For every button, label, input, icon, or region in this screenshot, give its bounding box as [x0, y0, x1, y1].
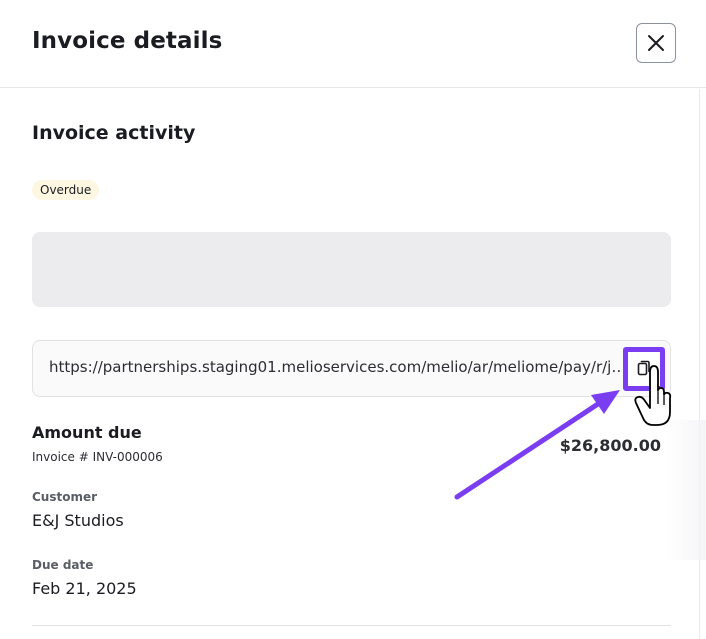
activity-placeholder: [32, 232, 671, 307]
payment-link-field[interactable]: https://partnerships.staging01.melioserv…: [32, 340, 671, 397]
section-divider: [32, 625, 671, 626]
due-date-value: Feb 21, 2025: [32, 579, 137, 598]
close-icon: [648, 35, 664, 51]
customer-label: Customer: [32, 490, 98, 504]
amount-due-value: $26,800.00: [559, 436, 661, 455]
amount-due-label: Amount due: [32, 423, 142, 442]
payment-link-url[interactable]: https://partnerships.staging01.melioserv…: [49, 358, 627, 376]
invoice-activity-heading: Invoice activity: [32, 122, 196, 144]
due-date-label: Due date: [32, 558, 94, 572]
modal-header: Invoice details: [0, 0, 706, 88]
copy-link-button[interactable]: [623, 347, 665, 391]
customer-value: E&J Studios: [32, 511, 124, 530]
copy-icon: [637, 360, 650, 376]
status-badge: Overdue: [32, 180, 100, 200]
invoice-number: Invoice # INV-000006: [32, 450, 163, 464]
close-button[interactable]: [636, 23, 676, 63]
shadow-overlay: [664, 420, 706, 560]
page-title: Invoice details: [32, 28, 223, 54]
